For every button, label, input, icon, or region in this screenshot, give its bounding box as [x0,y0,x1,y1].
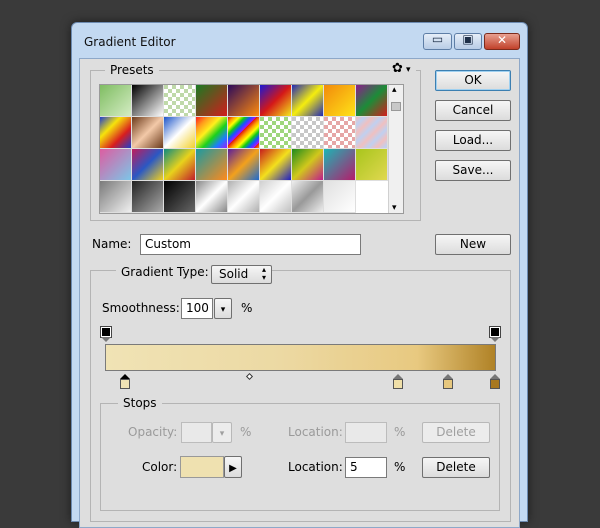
gradient-editor-dialog: Gradient Editor ▭ ▣ ✕ Presets ✿ ▾ ▴ ▾ OK… [71,22,528,528]
opacity-delete-button: Delete [422,422,490,443]
restore-button[interactable]: ▣ [454,32,482,50]
scrollbar-thumb[interactable] [391,102,401,111]
scroll-up-icon[interactable]: ▴ [392,85,397,95]
chevron-down-icon: ▾ [220,305,226,315]
name-label: Name: [92,237,132,251]
color-stop[interactable] [443,374,454,389]
new-button[interactable]: New [435,234,511,255]
preset-swatch[interactable] [324,117,356,149]
preset-swatch[interactable] [132,117,164,149]
preset-swatch[interactable] [356,85,388,117]
preset-swatch[interactable] [228,149,260,181]
window-title: Gradient Editor [84,35,176,49]
color-stop[interactable] [490,374,500,389]
gradient-type-label: Gradient Type: [116,264,214,280]
opacity-unit: % [240,425,252,439]
spinner-icon: ▴▾ [262,265,267,282]
color-delete-button[interactable]: Delete [422,457,490,478]
preset-swatch[interactable] [292,181,324,213]
load-button[interactable]: Load... [435,130,511,151]
color-label: Color: [142,460,178,474]
color-stops-track[interactable] [106,372,500,390]
save-button[interactable]: Save... [435,160,511,181]
preset-swatch[interactable] [292,117,324,149]
color-swatch[interactable] [180,456,224,478]
preset-swatch[interactable] [132,85,164,117]
scroll-down-icon[interactable]: ▾ [392,203,397,213]
presets-scrollbar[interactable]: ▴ ▾ [388,85,403,213]
smoothness-unit: % [241,301,253,315]
preset-swatch[interactable] [260,85,292,117]
preset-swatch[interactable] [196,181,228,213]
close-button[interactable]: ✕ [484,33,520,50]
preset-swatch[interactable] [260,117,292,149]
preset-swatch[interactable] [260,181,292,213]
chevron-down-icon: ▾ [406,65,411,75]
preset-swatch[interactable] [228,117,260,149]
smoothness-dropdown[interactable]: ▾ [214,298,232,319]
opacity-stop[interactable] [100,326,112,342]
swatch-container [100,85,389,213]
gradient-type-value: Solid [219,267,249,281]
preset-swatch[interactable] [292,85,324,117]
presets-label: Presets [105,63,159,77]
presets-menu-button[interactable]: ✿ ▾ [390,62,416,78]
preset-swatch[interactable] [292,149,324,181]
preset-swatch[interactable] [164,149,196,181]
ok-button[interactable]: OK [435,70,511,91]
opacity-stop[interactable] [489,326,501,342]
preset-swatch[interactable] [100,85,132,117]
color-stop[interactable] [120,374,131,389]
opacity-field [181,422,212,443]
preset-swatch[interactable] [324,149,356,181]
color-location-unit: % [394,460,406,474]
preset-swatch[interactable] [228,85,260,117]
preset-swatch[interactable] [100,149,132,181]
preset-swatch[interactable] [356,117,388,149]
color-picker-button[interactable]: ▶ [224,456,242,478]
opacity-dropdown: ▾ [212,422,232,443]
smoothness-label: Smoothness: [102,301,180,315]
chevron-down-icon: ▾ [219,429,225,439]
name-field[interactable]: Custom [140,234,361,255]
stops-label: Stops [118,396,162,410]
color-location-label: Location: [288,460,343,474]
smoothness-field[interactable]: 100 [181,298,213,319]
preset-swatch[interactable] [228,181,260,213]
minimize-icon: ▭ [431,32,444,46]
presets-swatch-grid: ▴ ▾ [99,84,404,214]
title-bar[interactable]: Gradient Editor ▭ ▣ ✕ [72,23,527,59]
preset-swatch[interactable] [324,85,356,117]
color-location-field[interactable]: 5 [345,457,387,478]
preset-swatch[interactable] [356,149,388,181]
preset-swatch[interactable] [132,149,164,181]
gradient-preview-bar[interactable] [105,344,496,371]
gear-icon: ✿ [392,61,403,76]
minimize-button[interactable]: ▭ [423,32,452,50]
dialog-body: Presets ✿ ▾ ▴ ▾ OK Cancel Load... Save..… [79,58,520,528]
color-stop[interactable] [392,374,403,389]
preset-swatch[interactable] [260,149,292,181]
preset-swatch[interactable] [196,149,228,181]
opacity-stops-track[interactable] [100,326,501,343]
triangle-right-icon: ▶ [229,463,237,474]
preset-swatch[interactable] [132,181,164,213]
gradient-type-select[interactable]: Solid ▴▾ [211,265,272,284]
preset-swatch[interactable] [196,85,228,117]
opacity-location-unit: % [394,425,406,439]
preset-swatch[interactable] [164,117,196,149]
preset-swatch[interactable] [164,181,196,213]
restore-icon: ▣ [462,32,474,46]
close-icon: ✕ [496,33,508,47]
cancel-button[interactable]: Cancel [435,100,511,121]
midpoint-diamond[interactable] [245,372,253,381]
opacity-location-field [345,422,387,443]
preset-swatch[interactable] [324,181,356,213]
preset-swatch[interactable] [100,117,132,149]
preset-swatch[interactable] [100,181,132,213]
opacity-location-label: Location: [288,425,343,439]
preset-swatch[interactable] [196,117,228,149]
preset-swatch[interactable] [164,85,196,117]
opacity-label: Opacity: [128,425,178,439]
